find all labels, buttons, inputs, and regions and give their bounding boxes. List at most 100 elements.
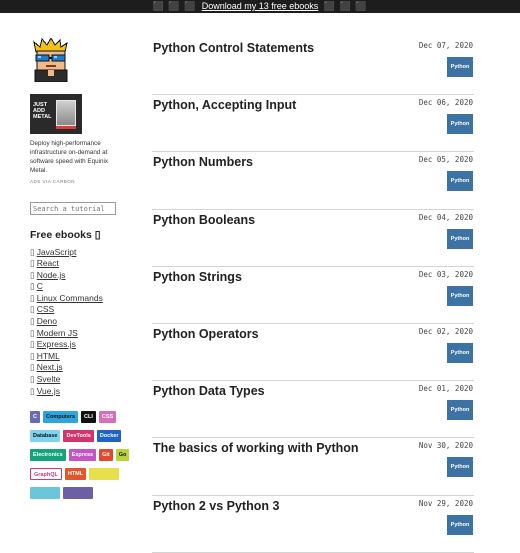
post-item: Python Booleans Dec 04, 2020 Python <box>152 210 474 267</box>
tag-devtools[interactable]: DevTools <box>63 430 94 443</box>
python-tag-badge[interactable]: Python <box>447 57 473 77</box>
tag-html[interactable]: HTML <box>64 468 87 481</box>
ebook-item[interactable]: ▯ Vue.js <box>30 386 120 398</box>
ebook-item[interactable]: ▯ React <box>30 258 120 270</box>
ebook-link[interactable]: Svelte <box>37 374 61 384</box>
python-tag-badge[interactable]: Python <box>447 285 473 306</box>
ebook-item[interactable]: ▯ Svelte <box>30 374 120 386</box>
ebook-link[interactable]: Next.js <box>37 362 63 372</box>
book-icon: ▯ <box>30 316 35 327</box>
server-image <box>56 100 76 126</box>
tag-computers[interactable]: Computers <box>42 411 79 424</box>
search-input[interactable] <box>30 202 116 215</box>
post-date: Dec 01, 2020 <box>418 384 473 394</box>
post-date: Nov 29, 2020 <box>418 498 473 508</box>
post-title-link[interactable]: Python Operators <box>153 327 259 341</box>
ad-image-strip <box>56 126 76 129</box>
ebook-link[interactable]: JavaScript <box>37 247 77 257</box>
ebook-item[interactable]: ▯ Modern JS <box>30 328 120 340</box>
ebook-link[interactable]: React <box>37 258 59 268</box>
ebook-item[interactable]: ▯ Node.js <box>30 270 120 282</box>
book-icon: ▯ <box>30 269 35 280</box>
ebook-link[interactable]: Modern JS <box>37 328 78 338</box>
ebook-link[interactable]: HTML <box>37 351 60 361</box>
book-icon: ▯ <box>30 281 35 292</box>
ebook-item[interactable]: ▯ CSS <box>30 304 120 316</box>
post-title-link[interactable]: Python Numbers <box>153 155 253 169</box>
tag-cli[interactable]: CLI <box>81 411 96 424</box>
ebook-item[interactable]: ▯ Deno <box>30 316 120 328</box>
tag-item[interactable] <box>63 487 93 500</box>
post-date: Dec 03, 2020 <box>418 269 473 279</box>
ebook-link[interactable]: Express.js <box>37 339 76 349</box>
avatar-logo[interactable] <box>30 38 72 82</box>
post-list: Python Control Statements Dec 07, 2020 Pyt… <box>152 38 474 553</box>
book-icon: ▯ <box>30 304 35 315</box>
ebook-link[interactable]: Deno <box>37 316 57 326</box>
post-date: Dec 07, 2020 <box>418 41 473 50</box>
post-item: The basics of working with Python Nov 30,… <box>152 438 474 496</box>
ad-image[interactable]: JUST ADD METAL <box>30 94 82 134</box>
book-icon: ▯ <box>30 339 35 350</box>
ebook-item[interactable]: ▯ Linux Commands <box>30 293 120 305</box>
post-title-link[interactable]: Python Strings <box>153 270 242 284</box>
book-icon: ▯ <box>30 385 35 396</box>
ebooks-list: ▯ JavaScript ▯ React ▯ Node.js ▯ C ▯ Linux Comman… <box>30 247 120 398</box>
ebook-link[interactable]: C <box>37 281 43 291</box>
post-item: Python Operators Dec 02, 2020 Python <box>152 324 474 382</box>
banner-emoji-left: ⬛ ⬛ ⬛ <box>152 1 197 11</box>
post-item: Python Control Statements Dec 07, 2020 Pyt… <box>152 38 474 96</box>
free-ebooks-heading: Free ebooks ▯ <box>30 228 101 241</box>
banner-emoji-right: ⬛ ⬛ ⬛ <box>323 1 368 11</box>
tag-express[interactable]: Express <box>68 449 97 462</box>
tag-css[interactable]: CSS <box>98 411 117 424</box>
post-title-link[interactable]: Python Booleans <box>153 213 255 227</box>
ad-text[interactable]: Deploy high-performance infrastructure o… <box>30 139 116 175</box>
python-tag-badge[interactable]: Python <box>447 171 473 192</box>
python-tag-badge[interactable]: Python <box>447 514 473 535</box>
python-tag-badge[interactable]: Python <box>447 228 473 249</box>
tag-go[interactable]: Go <box>115 449 130 462</box>
ebook-link[interactable]: Vue.js <box>37 386 60 396</box>
download-ebooks-link[interactable]: Download my 13 free ebooks <box>202 1 319 11</box>
ebook-item[interactable]: ▯ JavaScript <box>30 247 120 259</box>
post-item: Python 2 vs Python 3 Nov 29, 2020 Python <box>152 496 474 553</box>
ad-image-text: JUST ADD METAL <box>33 102 52 120</box>
book-icon: ▯ <box>30 292 35 303</box>
post-title-link[interactable]: Python 2 vs Python 3 <box>153 499 279 513</box>
ebook-item[interactable]: ▯ C <box>30 281 120 293</box>
python-tag-badge[interactable]: Python <box>447 400 473 421</box>
post-title-link[interactable]: Python Control Statements <box>153 41 314 55</box>
tag-docker[interactable]: Docker <box>96 430 122 443</box>
post-date: Dec 04, 2020 <box>418 212 473 222</box>
tag-electronics[interactable]: Electronics <box>30 449 66 462</box>
sidebar: JUST ADD METAL Deploy high-performance i… <box>30 38 130 500</box>
ebook-item[interactable]: ▯ Express.js <box>30 339 120 351</box>
book-icon: ▯ <box>30 350 35 361</box>
post-title-link[interactable]: The basics of working with Python <box>153 441 359 455</box>
ebook-item[interactable]: ▯ HTML <box>30 351 120 363</box>
tag-database[interactable]: Database <box>30 430 61 443</box>
ad-via-carbon[interactable]: ADS VIA CARBON <box>30 179 120 184</box>
tag-item[interactable] <box>30 487 60 500</box>
book-icon: ▯ <box>30 258 35 269</box>
ebook-item[interactable]: ▯ Next.js <box>30 362 120 374</box>
post-title-link[interactable]: Python, Accepting Input <box>153 98 296 112</box>
tag-graphql[interactable]: GraphQL <box>30 468 62 481</box>
tag-c[interactable]: C <box>30 411 40 424</box>
post-item: Python Strings Dec 03, 2020 Python <box>152 267 474 324</box>
ebook-link[interactable]: Node.js <box>37 270 66 280</box>
python-tag-badge[interactable]: Python <box>447 342 473 363</box>
ebook-link[interactable]: Linux Commands <box>37 293 103 303</box>
carbon-ad[interactable]: JUST ADD METAL Deploy high-performance i… <box>30 94 120 184</box>
post-title-link[interactable]: Python Data Types <box>153 384 265 398</box>
book-icon: ▯ <box>30 362 35 373</box>
book-icon: ▯ <box>30 374 35 385</box>
python-tag-badge[interactable]: Python <box>447 457 473 478</box>
book-icon: ▯ <box>30 327 35 338</box>
tag-git[interactable]: Git <box>99 449 113 462</box>
python-tag-badge[interactable]: Python <box>447 114 473 135</box>
ebook-link[interactable]: CSS <box>37 304 54 314</box>
tag-item[interactable] <box>89 468 120 481</box>
post-item: Python Numbers Dec 05, 2020 Python <box>152 152 474 210</box>
